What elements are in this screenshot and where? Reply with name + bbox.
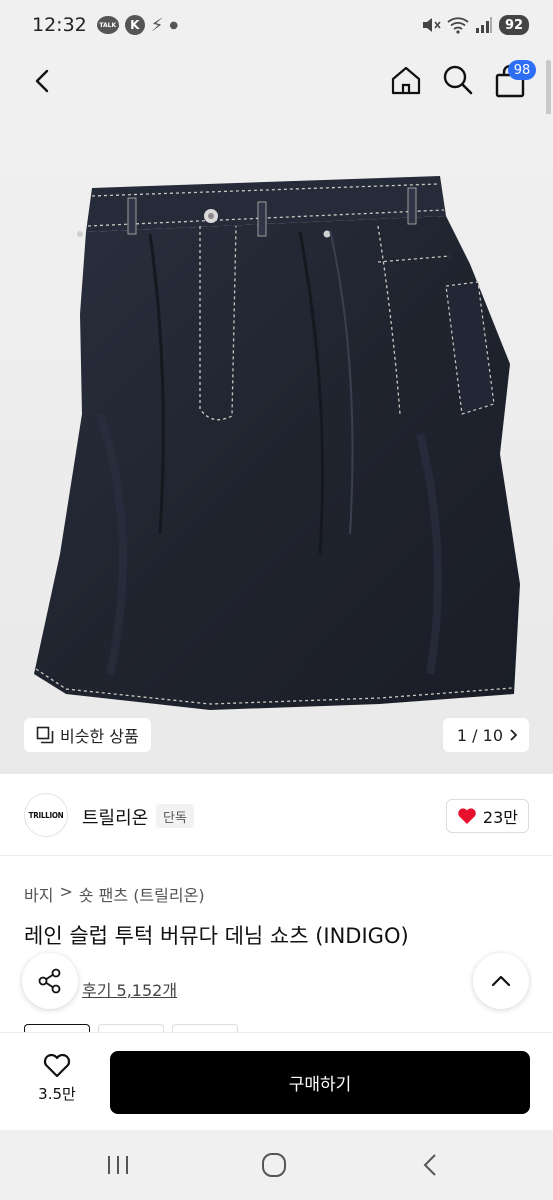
- dot-icon: ●: [169, 19, 179, 31]
- product-image-carousel[interactable]: 비슷한 상품 1 / 10: [0, 114, 553, 774]
- back-nav-icon[interactable]: [418, 1151, 442, 1179]
- product-title: 레인 슬럽 투턱 버뮤다 데님 쇼츠 (INDIGO): [24, 924, 409, 948]
- brand-name[interactable]: 트릴리온: [82, 804, 148, 830]
- brand-like-count: 23만: [482, 808, 518, 827]
- heart-outline-icon: [43, 1053, 71, 1078]
- system-nav-bar: [0, 1130, 553, 1200]
- notification-icons: TALK K ⚡ ●: [96, 14, 179, 36]
- heart-filled-icon: [458, 808, 476, 824]
- bolt-icon: ⚡: [150, 14, 164, 36]
- recent-apps-icon[interactable]: [103, 1151, 133, 1179]
- status-bar: 12:32 TALK K ⚡ ● 92: [0, 0, 553, 50]
- brand-like-button[interactable]: 23만: [445, 799, 529, 833]
- breadcrumb-subcategory[interactable]: 숏 팬츠 (트릴리온): [79, 882, 205, 906]
- wishlist-button[interactable]: 3.5만: [24, 1051, 90, 1115]
- similar-items-icon: [36, 726, 54, 744]
- similar-products-button[interactable]: 비슷한 상품: [24, 718, 151, 752]
- share-icon: [38, 968, 61, 994]
- chevron-up-icon: [491, 975, 511, 987]
- image-counter: 1 / 10: [456, 725, 503, 745]
- tab-chips: [24, 1024, 238, 1032]
- chevron-right-icon: [510, 729, 518, 741]
- signal-icon: [476, 17, 492, 33]
- home-nav-icon[interactable]: [260, 1151, 288, 1179]
- back-arrow-icon[interactable]: [28, 66, 58, 96]
- battery-indicator: 92: [499, 15, 529, 35]
- brand-logo-text: TRILLION: [28, 810, 64, 820]
- breadcrumb-separator: >: [59, 882, 73, 901]
- search-icon[interactable]: [442, 64, 474, 96]
- review-link[interactable]: 후기 5,152개: [82, 977, 177, 1001]
- tab-chip[interactable]: [172, 1024, 238, 1032]
- app-bar: 98: [0, 50, 553, 114]
- cart-count-badge: 98: [508, 60, 536, 80]
- brand-row: TRILLION 트릴리온 단독 23만: [0, 774, 553, 856]
- denim-shorts-image: [34, 176, 520, 710]
- buy-button[interactable]: 구매하기: [110, 1051, 530, 1114]
- breadcrumb: 바지 > 숏 팬츠 (트릴리온): [24, 882, 205, 906]
- tab-chip[interactable]: [24, 1024, 90, 1032]
- scroll-top-button[interactable]: [473, 953, 529, 1009]
- similar-products-label: 비슷한 상품: [60, 727, 139, 746]
- share-button[interactable]: [22, 953, 78, 1009]
- image-counter-button[interactable]: 1 / 10: [442, 718, 529, 752]
- status-time: 12:32: [32, 14, 87, 36]
- purchase-action-bar: 3.5만 구매하기: [0, 1032, 553, 1130]
- k-app-icon: K: [124, 15, 145, 35]
- kakaotalk-icon: TALK: [96, 16, 119, 34]
- system-icons: 92: [421, 15, 529, 35]
- home-icon[interactable]: [390, 64, 422, 96]
- exclusive-tag: 단독: [156, 804, 194, 828]
- mute-icon: [423, 18, 441, 32]
- brand-logo[interactable]: TRILLION: [24, 793, 68, 837]
- breadcrumb-category[interactable]: 바지: [24, 882, 53, 906]
- wifi-icon: [447, 17, 469, 34]
- wishlist-count: 3.5만: [38, 1085, 76, 1103]
- tab-chip[interactable]: [98, 1024, 164, 1032]
- scroll-indicator[interactable]: [546, 60, 551, 120]
